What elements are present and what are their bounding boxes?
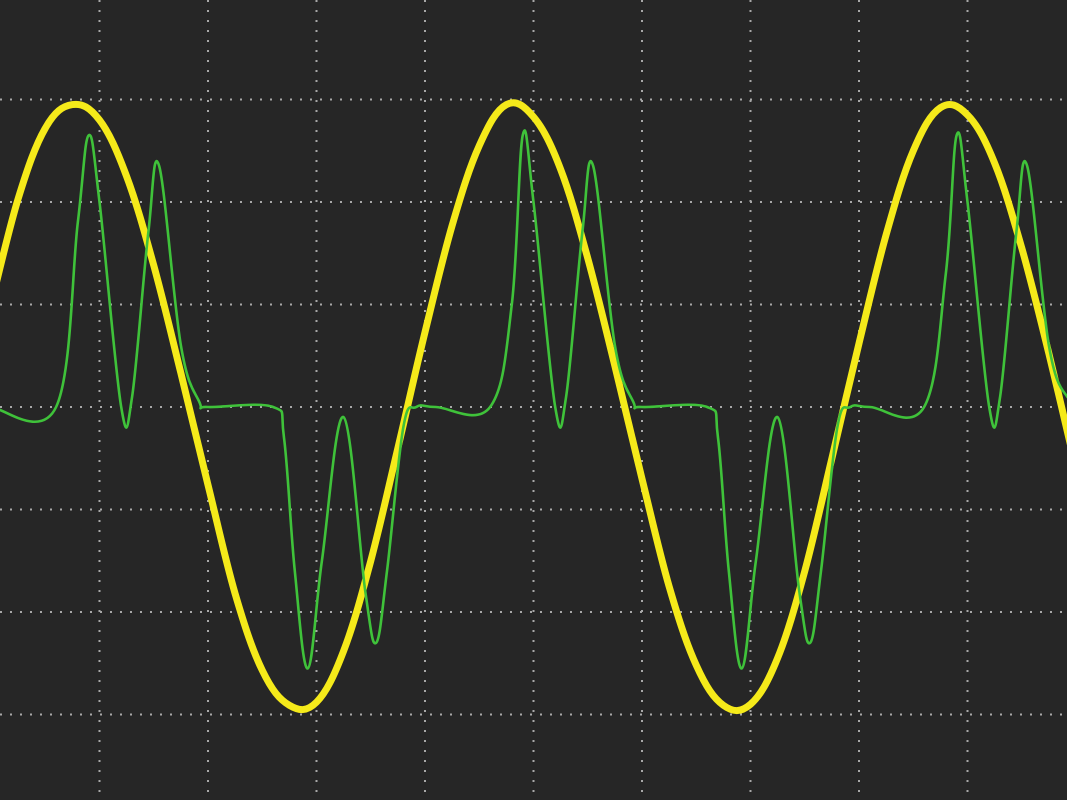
oscilloscope-screen — [0, 0, 1067, 800]
oscilloscope-display — [0, 0, 1067, 800]
